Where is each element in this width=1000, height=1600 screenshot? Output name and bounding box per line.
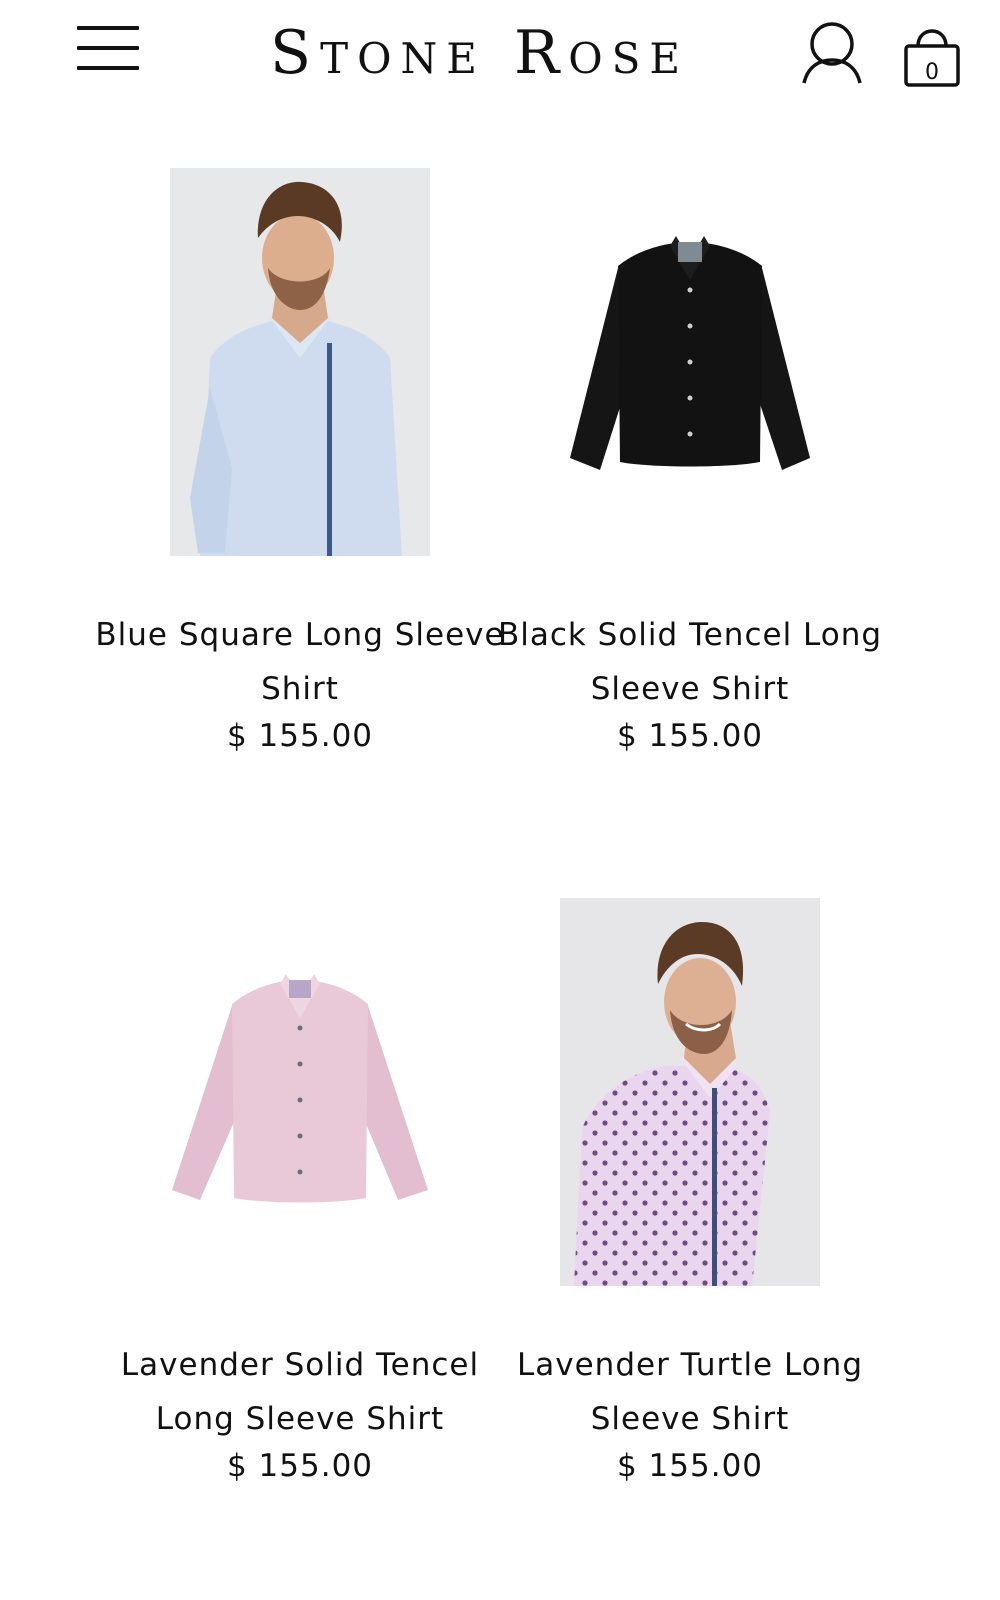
product-name[interactable]: Lavender Solid Tencel Long Sleeve Shirt	[90, 1338, 510, 1446]
product-name[interactable]: Black Solid Tencel Long Sleeve Shirt	[480, 608, 900, 716]
product-name[interactable]: Blue Square Long Sleeve Shirt	[90, 608, 510, 716]
product-grid: Blue Square Long Sleeve Shirt $ 155.00 B…	[0, 0, 1000, 1600]
product-name[interactable]: Lavender Turtle Long Sleeve Shirt	[480, 1338, 900, 1446]
product-image[interactable]	[560, 898, 820, 1286]
product-price: $ 155.00	[226, 1448, 374, 1484]
product-image[interactable]	[560, 168, 820, 556]
product-price: $ 155.00	[616, 718, 764, 754]
product-price: $ 155.00	[616, 1448, 764, 1484]
product-price: $ 155.00	[226, 718, 374, 754]
product-image[interactable]	[170, 168, 430, 556]
product-image[interactable]	[170, 898, 430, 1286]
